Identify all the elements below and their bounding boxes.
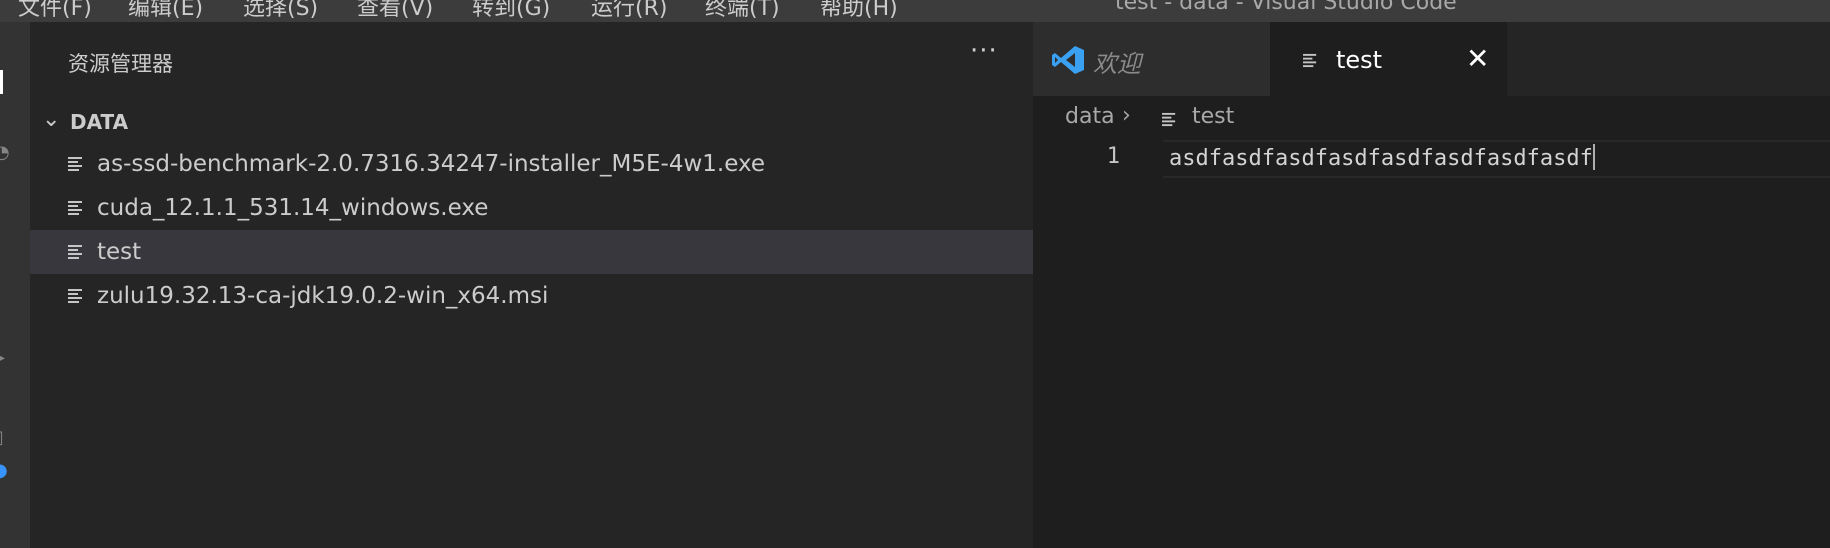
code-editor[interactable]: 1 asdfasdfasdfasdfasdfasdfasdfasdf [1033, 140, 1830, 548]
run-debug-icon[interactable]: ▸ [0, 347, 5, 368]
file-name: cuda_12.1.1_531.14_windows.exe [97, 195, 489, 221]
menu-run[interactable]: 运行(R) [591, 0, 667, 22]
remote-icon[interactable]: ● [0, 460, 8, 481]
breadcrumb-folder[interactable]: data [1065, 104, 1115, 129]
file-name: zulu19.32.13-ca-jdk19.0.2-win_x64.msi [97, 283, 549, 309]
search-icon[interactable]: ◔ [0, 142, 10, 163]
file-item[interactable]: cuda_12.1.1_531.14_windows.exe [30, 186, 1033, 230]
tab-label: 欢迎 [1093, 50, 1141, 78]
chevron-right-icon: › [1122, 103, 1131, 128]
active-view-indicator [0, 70, 3, 94]
menu-selection[interactable]: 选择(S) [243, 0, 318, 22]
explorer-sidebar: 资源管理器 ··· ⌄ DATA as-ssd-benchmark-2.0.73… [30, 22, 1033, 548]
line-number: 1 [1106, 144, 1120, 169]
file-item[interactable]: as-ssd-benchmark-2.0.7316.34247-installe… [30, 142, 1033, 186]
explorer-title: 资源管理器 [68, 52, 173, 76]
file-lines-icon [68, 157, 82, 171]
code-text: asdfasdfasdfasdfasdfasdfasdfasdf [1169, 146, 1593, 171]
folder-label: DATA [70, 110, 129, 134]
file-name: test [97, 239, 142, 265]
menu-help[interactable]: 帮助(H) [820, 0, 898, 22]
close-icon[interactable]: ✕ [1466, 42, 1489, 75]
folder-section-header[interactable]: ⌄ DATA [30, 104, 1033, 140]
menu-edit[interactable]: 编辑(E) [128, 0, 203, 22]
menu-goto[interactable]: 转到(G) [472, 0, 550, 22]
file-lines-icon [68, 201, 82, 215]
menu-file[interactable]: 文件(F) [18, 0, 92, 22]
activity-bar: ◔ ▸ ▯ ● [0, 22, 30, 548]
file-lines-icon [68, 245, 82, 259]
tab-label: test [1336, 46, 1383, 74]
editor-tab-bar: 欢迎 test ✕ [1033, 22, 1830, 96]
file-item-selected[interactable]: test [30, 230, 1033, 274]
file-lines-icon [1303, 53, 1317, 68]
ellipsis-icon[interactable]: ··· [970, 36, 998, 66]
tab-test[interactable]: test ✕ [1270, 22, 1507, 96]
menu-terminal[interactable]: 终端(T) [705, 0, 780, 22]
vscode-icon [1052, 46, 1084, 74]
file-lines-icon [68, 289, 82, 303]
file-lines-icon [1162, 112, 1176, 127]
menu-bar: 文件(F) 编辑(E) 选择(S) 查看(V) 转到(G) 运行(R) 终端(T… [0, 0, 1830, 22]
menu-view[interactable]: 查看(V) [357, 0, 433, 22]
code-line[interactable]: asdfasdfasdfasdfasdfasdfasdfasdf [1169, 144, 1595, 171]
window-title: test - data - Visual Studio Code [1115, 0, 1457, 15]
extensions-icon[interactable]: ▯ [0, 427, 4, 448]
file-name: as-ssd-benchmark-2.0.7316.34247-installe… [97, 151, 766, 177]
breadcrumb-file[interactable]: test [1192, 104, 1234, 129]
text-cursor [1592, 144, 1595, 170]
chevron-down-icon: ⌄ [42, 107, 61, 132]
file-item[interactable]: zulu19.32.13-ca-jdk19.0.2-win_x64.msi [30, 274, 1033, 318]
tab-welcome[interactable]: 欢迎 [1033, 22, 1270, 96]
